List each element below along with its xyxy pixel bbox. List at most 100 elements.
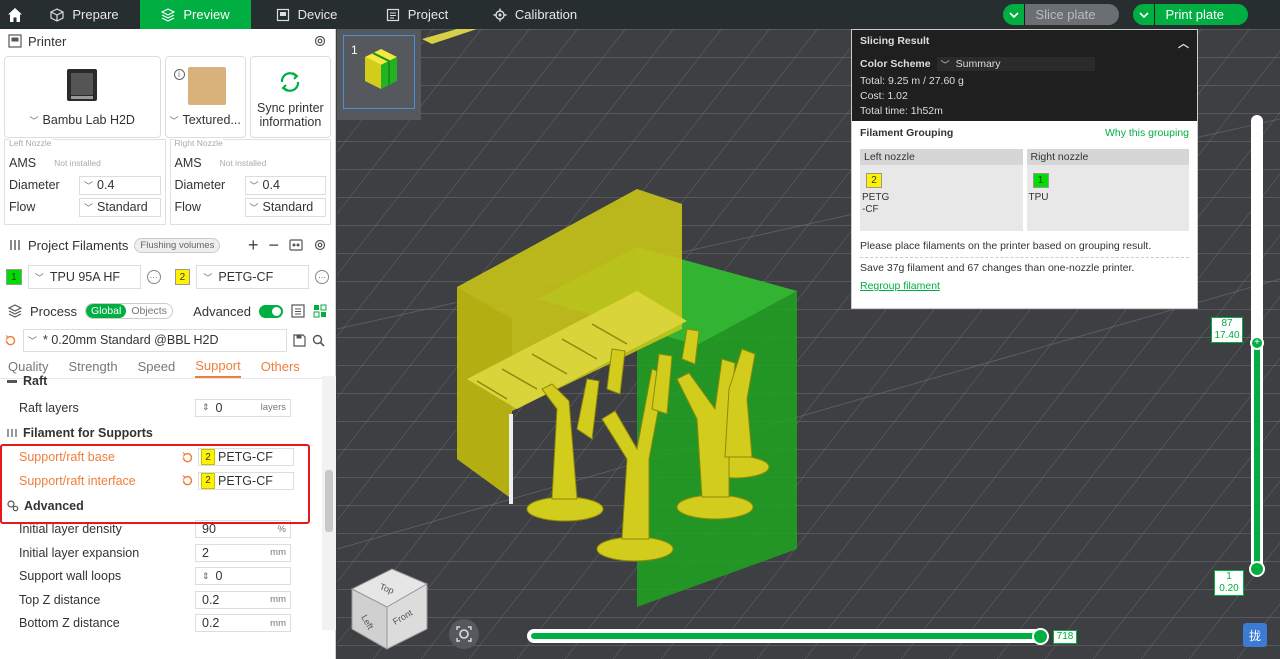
gear-icon[interactable]: [313, 238, 327, 252]
global-objects-toggle[interactable]: Global Objects: [84, 303, 173, 319]
sync-printer-button[interactable]: Sync printer information: [249, 56, 331, 138]
camera-icon: [456, 626, 472, 642]
tab-project[interactable]: Project: [362, 0, 472, 29]
raft-layers-input[interactable]: ⇕ 0 layers: [195, 398, 291, 417]
move-slider-handle[interactable]: [1032, 628, 1049, 645]
layers-icon: [161, 7, 176, 22]
bottom-z-input[interactable]: 0.2 mm: [195, 614, 291, 633]
search-icon[interactable]: [312, 334, 325, 347]
raft-group: Raft: [0, 370, 322, 392]
filament-1-select[interactable]: ﹀ TPU 95A HF: [27, 265, 141, 289]
remove-icon[interactable]: −: [268, 236, 279, 254]
tab-calibration[interactable]: Calibration: [472, 0, 598, 29]
layer-slider-range: [1254, 342, 1260, 568]
language-badge[interactable]: 拢: [1243, 623, 1267, 647]
settings-scrollbar[interactable]: [322, 376, 336, 630]
support-settings-list: Raft Raft layers ⇕ 0 layers Filament for S…: [0, 374, 322, 633]
objects-option[interactable]: Objects: [126, 304, 172, 318]
stepper-icon[interactable]: ⇕: [202, 571, 210, 582]
plate-name: Textured...: [182, 113, 241, 127]
advanced-toggle[interactable]: [259, 304, 283, 318]
filament-icon: [7, 428, 17, 437]
collapse-icon[interactable]: ︿: [1178, 35, 1189, 51]
highlight-box: [0, 444, 310, 524]
slicing-result-panel: Slicing Result ︿ Color Scheme ﹀ Summary To…: [851, 29, 1198, 309]
stepper-icon[interactable]: ⇕: [202, 402, 210, 413]
slice-plate-label: Slice plate: [1025, 4, 1120, 25]
ams-label: AMS: [174, 156, 202, 170]
right-diameter-select[interactable]: ﹀ 0.4: [244, 175, 326, 195]
tab-preview[interactable]: Preview: [140, 0, 251, 29]
process-preset-select[interactable]: ﹀ * 0.20mm Standard @BBL H2D: [23, 328, 287, 352]
diameter-label: Diameter: [9, 178, 60, 192]
calibration-icon: [493, 8, 507, 21]
chevron-down-icon: ﹀: [84, 180, 94, 191]
tab-device-label: Device: [297, 7, 338, 22]
scrollbar-thumb[interactable]: [325, 470, 333, 532]
flow-label: Flow: [9, 200, 36, 214]
printer-icon: [8, 34, 22, 48]
filament-2-select[interactable]: ﹀ PETG-CF: [196, 265, 310, 289]
printer-section-header: Printer: [0, 29, 335, 53]
save-icon[interactable]: [293, 333, 306, 347]
filament-slot-2[interactable]: 2: [174, 269, 191, 285]
save-note: Save 37g filament and 67 changes than on…: [860, 257, 1189, 274]
more-icon[interactable]: ···: [146, 270, 161, 284]
chevron-down-icon[interactable]: [1003, 4, 1026, 25]
printer-card[interactable]: ﹀ Bambu Lab H2D: [4, 56, 161, 138]
regroup-link[interactable]: Regroup filament: [860, 280, 1189, 292]
filament-icon: [10, 240, 20, 250]
initial-expansion-input[interactable]: 2 mm: [195, 543, 291, 562]
slice-plate-button[interactable]: Slice plate: [1003, 4, 1120, 25]
printer-section-title: Printer: [28, 33, 67, 49]
color-scheme-select[interactable]: ﹀ Summary: [936, 57, 1095, 71]
filament-for-supports-group: Filament for Supports: [0, 422, 322, 444]
sync-label: Sync printer information: [257, 101, 324, 129]
global-option[interactable]: Global: [85, 304, 127, 318]
grouping-title: Filament Grouping: [860, 127, 954, 139]
process-icon: [8, 304, 22, 318]
flushing-volumes-button[interactable]: Flushing volumes: [134, 237, 221, 253]
color-scheme-label: Color Scheme: [860, 58, 931, 70]
left-flow-select[interactable]: ﹀ Standard: [79, 197, 161, 217]
chevron-down-icon[interactable]: [1133, 4, 1156, 25]
top-layer-handle[interactable]: +: [1250, 336, 1264, 350]
wall-loops-input[interactable]: ⇕ 0: [195, 567, 291, 586]
filament-slot-1[interactable]: 1: [6, 269, 22, 285]
chevron-down-icon: ﹀: [169, 115, 179, 126]
add-icon[interactable]: +: [248, 236, 259, 254]
print-plate-button[interactable]: Print plate: [1133, 4, 1248, 25]
home-button[interactable]: [0, 0, 29, 29]
cost: Cost: 1.02: [860, 90, 908, 102]
reset-icon[interactable]: [4, 334, 17, 347]
plate-thumbnail-1[interactable]: 1: [337, 29, 421, 120]
advanced-label: Advanced: [193, 303, 251, 319]
list-icon[interactable]: [291, 304, 305, 318]
camera-view-button[interactable]: [449, 619, 479, 649]
tab-calibration-label: Calibration: [514, 7, 578, 22]
right-nozzle-label: Right nozzle: [1026, 149, 1189, 165]
diameter-label: Diameter: [174, 178, 226, 192]
gear-icon[interactable]: [313, 34, 327, 48]
left-diameter-select[interactable]: ﹀ 0.4: [79, 175, 161, 195]
project-icon: [386, 8, 399, 21]
chevron-down-icon: ﹀: [203, 272, 213, 283]
plate-card[interactable]: i ﹀ Textured...: [164, 56, 246, 138]
tab-device[interactable]: Device: [251, 0, 362, 29]
bottom-layer-handle[interactable]: [1249, 561, 1265, 577]
info-icon[interactable]: i: [173, 69, 185, 80]
filaments-section-title: Project Filaments: [28, 237, 129, 253]
why-grouping-link[interactable]: Why this grouping: [1105, 127, 1189, 139]
raft-layers-row: Raft layers ⇕ 0 layers: [0, 396, 322, 420]
raft-icon: [7, 380, 17, 383]
right-flow-select[interactable]: ﹀ Standard: [244, 197, 326, 217]
chevron-down-icon: ﹀: [28, 335, 38, 346]
sync-ams-icon[interactable]: [289, 238, 303, 252]
tab-prepare[interactable]: Prepare: [29, 0, 140, 29]
sync-icon: [281, 72, 300, 92]
ams-label: AMS: [9, 156, 37, 170]
more-icon[interactable]: ···: [315, 270, 329, 284]
compare-icon[interactable]: [313, 304, 327, 318]
top-z-input[interactable]: 0.2 mm: [195, 590, 291, 609]
left-nozzle-title: Left Nozzle: [9, 138, 52, 148]
